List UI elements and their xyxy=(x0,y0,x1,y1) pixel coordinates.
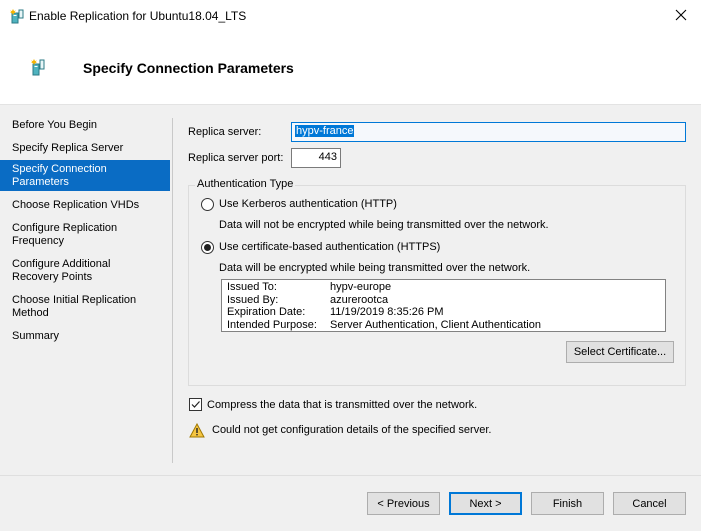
replica-server-input[interactable]: hypv-france xyxy=(291,122,686,142)
cert-key: Issued By: xyxy=(227,293,279,306)
nav-item-choose-initial-replication-method[interactable]: Choose Initial Replication Method xyxy=(0,292,170,322)
title-bar: Enable Replication for Ubuntu18.04_LTS xyxy=(0,0,701,32)
replica-port-label: Replica server port: xyxy=(188,152,284,164)
cert-value: 11/19/2019 8:35:26 PM xyxy=(330,306,444,318)
cert-key: Intended Purpose: xyxy=(227,318,317,331)
cert-value: azurerootca xyxy=(330,293,389,306)
cert-key: Expiration Date: xyxy=(227,306,306,318)
replica-server-value: hypv-france xyxy=(295,125,355,137)
nav-item-specify-replica-server[interactable]: Specify Replica Server xyxy=(0,140,170,157)
previous-button[interactable]: < Previous xyxy=(367,492,440,515)
close-button[interactable] xyxy=(661,0,701,30)
cert-value: Server Authentication, Client Authentica… xyxy=(330,318,541,331)
window-title: Enable Replication for Ubuntu18.04_LTS xyxy=(29,9,247,23)
nav-item-summary[interactable]: Summary xyxy=(0,328,170,345)
certificate-radio[interactable] xyxy=(201,241,214,254)
wizard-steps-nav: Before You Begin Specify Replica Server … xyxy=(0,117,170,351)
compress-checkbox[interactable] xyxy=(189,398,202,411)
certificate-details: Issued To: hypv-europe Issued By: azurer… xyxy=(221,279,666,332)
replication-server-icon xyxy=(10,9,24,24)
checkmark-icon xyxy=(191,401,200,408)
nav-item-configure-additional-recovery-points[interactable]: Configure Additional Recovery Points xyxy=(0,256,170,286)
page-title: Specify Connection Parameters xyxy=(83,60,294,76)
cert-value: hypv-europe xyxy=(330,281,392,293)
nav-divider xyxy=(172,118,173,463)
authentication-type-label: Authentication Type xyxy=(195,178,296,190)
footer-divider xyxy=(0,475,701,476)
replica-server-label: Replica server: xyxy=(188,126,262,138)
kerberos-description: Data will not be encrypted while being t… xyxy=(219,219,549,231)
warning-icon xyxy=(189,423,205,438)
warning-message: Could not get configuration details of t… xyxy=(212,424,492,436)
nav-item-before-you-begin[interactable]: Before You Begin xyxy=(0,117,170,134)
nav-item-choose-replication-vhds[interactable]: Choose Replication VHDs xyxy=(0,197,170,214)
finish-button[interactable]: Finish xyxy=(531,492,604,515)
nav-item-configure-replication-frequency[interactable]: Configure Replication Frequency xyxy=(0,220,170,250)
wizard-header: Specify Connection Parameters xyxy=(0,32,701,104)
select-certificate-button[interactable]: Select Certificate... xyxy=(566,341,674,363)
certificate-radio-label[interactable]: Use certificate-based authentication (HT… xyxy=(219,241,440,253)
replica-port-input[interactable]: 443 xyxy=(291,148,341,168)
cert-row-intended-purpose: Intended Purpose: Server Authentication,… xyxy=(227,319,660,332)
cert-row-issued-by: Issued By: azurerootca xyxy=(227,294,660,307)
cert-row-expiration-date: Expiration Date: 11/19/2019 8:35:26 PM xyxy=(227,306,660,319)
cert-row-issued-to: Issued To: hypv-europe xyxy=(227,281,660,294)
next-button[interactable]: Next > xyxy=(449,492,522,515)
kerberos-radio-label[interactable]: Use Kerberos authentication (HTTP) xyxy=(219,198,397,210)
compress-label[interactable]: Compress the data that is transmitted ov… xyxy=(207,399,477,411)
kerberos-radio[interactable] xyxy=(201,198,214,211)
replication-server-icon xyxy=(31,59,45,76)
close-icon xyxy=(675,9,687,21)
header-divider xyxy=(0,104,701,105)
nav-item-specify-connection-parameters[interactable]: Specify Connection Parameters xyxy=(0,160,170,191)
cancel-button[interactable]: Cancel xyxy=(613,492,686,515)
certificate-description: Data will be encrypted while being trans… xyxy=(219,262,531,274)
cert-key: Issued To: xyxy=(227,281,277,293)
